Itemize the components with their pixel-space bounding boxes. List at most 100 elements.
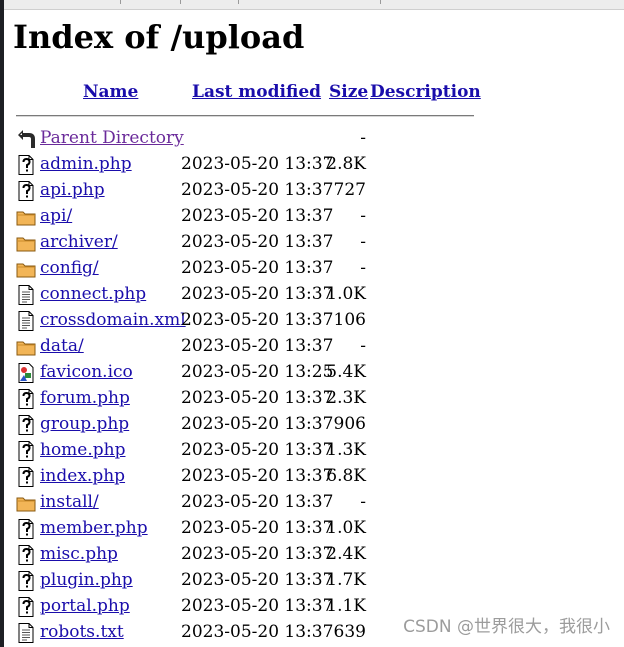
file-size: 639	[333, 622, 366, 642]
unknown-file-icon[interactable]	[16, 545, 36, 565]
file-size: -	[360, 258, 366, 278]
unknown-file-icon[interactable]	[16, 181, 36, 201]
file-link[interactable]: api/	[40, 205, 72, 227]
file-link[interactable]: api.php	[40, 179, 105, 201]
back-icon[interactable]	[16, 129, 36, 149]
file-row: archiver/2023-05-20 13:37 -	[0, 230, 624, 256]
last-modified: 2023-05-20 13:37	[181, 232, 334, 252]
last-modified: 2023-05-20 13:37	[181, 622, 334, 642]
file-size: 2.3K	[326, 388, 366, 408]
file-link[interactable]: install/	[40, 491, 99, 513]
file-link[interactable]: plugin.php	[40, 569, 133, 591]
file-size: 906	[333, 414, 366, 434]
last-modified: 2023-05-20 13:37	[181, 492, 334, 512]
last-modified: 2023-05-20 13:37	[181, 544, 334, 564]
column-header-description[interactable]: Description	[370, 81, 481, 103]
file-link[interactable]: forum.php	[40, 387, 130, 409]
file-link[interactable]: group.php	[40, 413, 129, 435]
file-row: group.php 2023-05-20 13:37 906	[0, 412, 624, 438]
last-modified: 2023-05-20 13:37	[181, 310, 334, 330]
last-modified: 2023-05-20 13:37	[181, 284, 334, 304]
column-header-name[interactable]: Name	[83, 81, 138, 103]
last-modified: 2023-05-20 13:37	[181, 388, 334, 408]
unknown-file-icon[interactable]	[16, 597, 36, 617]
file-link[interactable]: config/	[40, 257, 99, 279]
file-link[interactable]: crossdomain.xml	[40, 309, 186, 331]
file-size: 2.8K	[326, 154, 366, 174]
folder-icon[interactable]	[16, 207, 36, 227]
folder-icon[interactable]	[16, 233, 36, 253]
file-size: 5.4K	[326, 362, 366, 382]
file-link[interactable]: archiver/	[40, 231, 118, 253]
folder-icon[interactable]	[16, 493, 36, 513]
text-file-icon[interactable]	[16, 311, 36, 331]
image-file-icon[interactable]	[16, 363, 36, 383]
last-modified: 2023-05-20 13:37	[181, 466, 334, 486]
last-modified: 2023-05-20 13:37	[181, 180, 334, 200]
file-link[interactable]: member.php	[40, 517, 148, 539]
file-row: connect.php 2023-05-20 13:37 1.0K	[0, 282, 624, 308]
file-row: index.php 2023-05-20 13:37 6.8K	[0, 464, 624, 490]
file-link[interactable]: data/	[40, 335, 84, 357]
file-row: data/2023-05-20 13:37 -	[0, 334, 624, 360]
last-modified: 2023-05-20 13:37	[181, 570, 334, 590]
file-row: config/2023-05-20 13:37 -	[0, 256, 624, 282]
file-size: 1.7K	[326, 570, 366, 590]
unknown-file-icon[interactable]	[16, 415, 36, 435]
last-modified: 2023-05-20 13:25	[181, 362, 334, 382]
last-modified: 2023-05-20 13:37	[181, 258, 334, 278]
file-link[interactable]: robots.txt	[40, 621, 124, 643]
unknown-file-icon[interactable]	[16, 441, 36, 461]
unknown-file-icon[interactable]	[16, 389, 36, 409]
parent-directory-link[interactable]: Parent Directory	[40, 127, 184, 149]
file-link[interactable]: favicon.ico	[40, 361, 133, 383]
text-file-icon[interactable]	[16, 285, 36, 305]
file-link[interactable]: index.php	[40, 465, 125, 487]
file-size: -	[360, 206, 366, 226]
file-size: 1.0K	[326, 284, 366, 304]
file-row: install/2023-05-20 13:37 -	[0, 490, 624, 516]
file-size: -	[360, 232, 366, 252]
watermark: CSDN @世界很大，我很小	[403, 617, 610, 637]
file-row: api.php 2023-05-20 13:37 727	[0, 178, 624, 204]
file-row: plugin.php 2023-05-20 13:37 1.7K	[0, 568, 624, 594]
parent-directory-row: Parent Directory -	[0, 126, 624, 152]
folder-icon[interactable]	[16, 337, 36, 357]
last-modified: 2023-05-20 13:37	[181, 518, 334, 538]
unknown-file-icon[interactable]	[16, 571, 36, 591]
page-title: Index of /upload	[13, 18, 305, 56]
file-size: 727	[333, 180, 366, 200]
last-modified: 2023-05-20 13:37	[181, 336, 334, 356]
file-link[interactable]: misc.php	[40, 543, 118, 565]
file-link[interactable]: connect.php	[40, 283, 146, 305]
unknown-file-icon[interactable]	[16, 519, 36, 539]
file-size: 6.8K	[326, 466, 366, 486]
unknown-file-icon[interactable]	[16, 155, 36, 175]
file-row: favicon.ico 2023-05-20 13:25 5.4K	[0, 360, 624, 386]
file-size: 1.3K	[326, 440, 366, 460]
last-modified: 2023-05-20 13:37	[181, 414, 334, 434]
last-modified: 2023-05-20 13:37	[181, 154, 334, 174]
file-size: 2.4K	[326, 544, 366, 564]
file-link[interactable]: home.php	[40, 439, 125, 461]
text-file-icon[interactable]	[16, 623, 36, 643]
file-size: 106	[333, 310, 366, 330]
header-divider	[16, 115, 474, 117]
folder-icon[interactable]	[16, 259, 36, 279]
file-row: forum.php 2023-05-20 13:37 2.3K	[0, 386, 624, 412]
unknown-file-icon[interactable]	[16, 467, 36, 487]
file-link[interactable]: portal.php	[40, 595, 130, 617]
file-row: admin.php 2023-05-20 13:37 2.8K	[0, 152, 624, 178]
column-header-last-modified[interactable]: Last modified	[192, 81, 321, 103]
column-header-size[interactable]: Size	[329, 81, 368, 103]
file-size: -	[360, 492, 366, 512]
file-size: 1.0K	[326, 518, 366, 538]
file-link[interactable]: admin.php	[40, 153, 132, 175]
file-size: -	[360, 336, 366, 356]
top-toolbar-strip	[4, 0, 624, 10]
file-row: misc.php 2023-05-20 13:37 2.4K	[0, 542, 624, 568]
file-row: api/2023-05-20 13:37 -	[0, 204, 624, 230]
file-size: 1.1K	[326, 596, 366, 616]
last-modified: 2023-05-20 13:37	[181, 596, 334, 616]
file-row: crossdomain.xml 2023-05-20 13:37 106	[0, 308, 624, 334]
